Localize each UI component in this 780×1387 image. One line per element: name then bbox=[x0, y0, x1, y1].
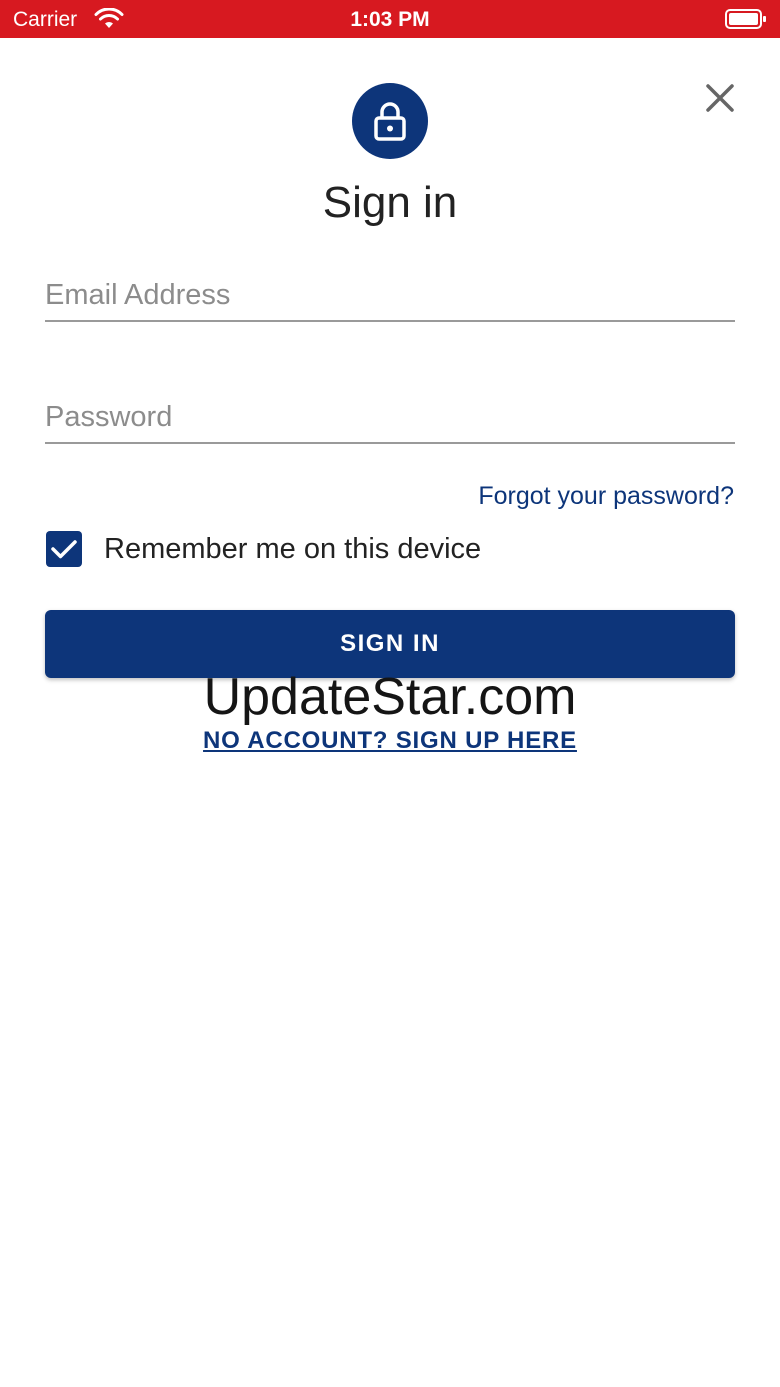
remember-me-row[interactable]: Remember me on this device bbox=[46, 530, 481, 568]
email-input[interactable] bbox=[45, 262, 735, 320]
watermark: UpdateStar.com bbox=[203, 668, 577, 726]
lock-icon bbox=[374, 102, 406, 141]
sign-up-link[interactable]: NO ACCOUNT? SIGN UP HERE bbox=[0, 727, 780, 755]
password-field[interactable] bbox=[45, 384, 735, 444]
lock-badge bbox=[352, 83, 428, 159]
remember-me-checkbox[interactable] bbox=[46, 531, 82, 567]
email-field[interactable] bbox=[45, 262, 735, 322]
battery-icon bbox=[725, 9, 766, 29]
checkmark-icon bbox=[51, 540, 77, 559]
password-input[interactable] bbox=[45, 384, 735, 442]
forgot-password-link[interactable]: Forgot your password? bbox=[478, 482, 734, 511]
close-icon[interactable] bbox=[700, 78, 740, 118]
remember-me-label: Remember me on this device bbox=[104, 532, 482, 565]
clock: 1:03 PM bbox=[350, 8, 430, 31]
status-bar: Carrier 1:03 PM bbox=[0, 0, 780, 38]
page-title: Sign in bbox=[322, 178, 458, 227]
